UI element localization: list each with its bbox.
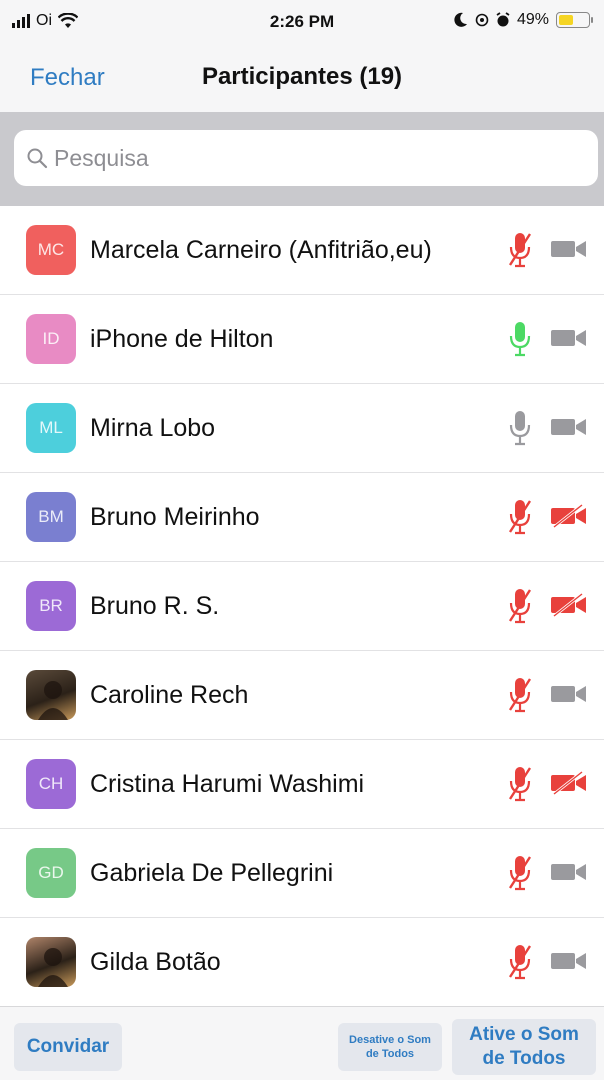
avatar: MC (26, 225, 76, 275)
unmute-all-button[interactable]: Ative o Som de Todos (452, 1019, 596, 1075)
participant-name: Marcela Carneiro (Anfitrião,eu) (90, 235, 432, 264)
avatar: GD (26, 848, 76, 898)
mic-muted-icon[interactable] (507, 498, 533, 536)
battery-percent: 49% (516, 11, 549, 28)
participant-row[interactable]: BR Bruno R. S. (0, 562, 604, 651)
participant-name: Gilda Botão (90, 947, 221, 976)
participant-row[interactable]: Caroline Rech (0, 651, 604, 740)
bottom-bar: Convidar Desative o Som de Todos Ative o… (0, 1006, 604, 1080)
avatar-initials: ID (42, 329, 60, 348)
participant-row[interactable]: MC Marcela Carneiro (Anfitrião,eu) (0, 206, 604, 295)
battery-icon (556, 12, 593, 28)
participant-name: Bruno Meirinho (90, 502, 260, 531)
moon-icon (454, 12, 467, 27)
participant-name: Mirna Lobo (90, 413, 216, 442)
search-input[interactable] (54, 144, 598, 172)
search-area (0, 112, 604, 206)
participant-name: Cristina Harumi Washimi (90, 769, 365, 798)
status-right: 49% (454, 11, 593, 29)
mic-muted-icon[interactable] (507, 587, 533, 625)
avatar (26, 937, 76, 987)
participant-name: iPhone de Hilton (90, 324, 274, 353)
participant-name: Caroline Rech (90, 680, 249, 709)
avatar-initials: BR (39, 596, 63, 615)
avatar-initials: MC (37, 240, 65, 259)
mic-muted-icon[interactable] (507, 765, 533, 803)
video-camera-icon[interactable] (550, 326, 588, 350)
invite-button[interactable]: Convidar (14, 1023, 122, 1071)
microphone-icon[interactable] (507, 409, 533, 447)
status-bar: Oi 2:26 PM 49% (0, 0, 604, 44)
video-camera-icon[interactable] (550, 682, 588, 706)
video-camera-icon[interactable] (550, 415, 588, 439)
participant-row[interactable]: BM Bruno Meirinho (0, 473, 604, 562)
avatar-initials: BM (38, 507, 64, 526)
participant-row[interactable]: ML Mirna Lobo (0, 384, 604, 473)
video-stopped-icon[interactable] (550, 771, 588, 795)
orientation-lock-icon (475, 13, 489, 27)
participant-name: Gabriela De Pellegrini (90, 858, 334, 887)
microphone-icon[interactable] (507, 320, 533, 358)
avatar-initials: ML (39, 418, 63, 437)
avatar-initials: CH (38, 774, 64, 793)
avatar: ID (26, 314, 76, 364)
video-stopped-icon[interactable] (550, 504, 588, 528)
avatar (26, 670, 76, 720)
mic-muted-icon[interactable] (507, 676, 533, 714)
mute-all-button[interactable]: Desative o Som de Todos (338, 1023, 442, 1071)
search-box[interactable] (14, 130, 598, 186)
participant-row[interactable]: CH Cristina Harumi Washimi (0, 740, 604, 829)
nav-bar: Fechar Participantes (19) (0, 44, 604, 112)
participant-name: Bruno R. S. (90, 591, 220, 620)
alarm-icon (496, 12, 510, 27)
avatar: CH (26, 759, 76, 809)
video-stopped-icon[interactable] (550, 593, 588, 617)
participant-row[interactable]: Gilda Botão (0, 918, 604, 1006)
avatar: ML (26, 403, 76, 453)
mic-muted-icon[interactable] (507, 943, 533, 981)
avatar: BM (26, 492, 76, 542)
mic-muted-icon[interactable] (507, 231, 533, 269)
participant-list: MC Marcela Carneiro (Anfitrião,eu) ID iPhon… (0, 206, 604, 1006)
page-title: Participantes (19) (201, 63, 403, 90)
participant-row[interactable]: ID iPhone de Hilton (0, 295, 604, 384)
video-camera-icon[interactable] (550, 237, 588, 261)
search-icon (27, 148, 48, 169)
avatar-initials: GD (38, 863, 64, 882)
mic-muted-icon[interactable] (507, 854, 533, 892)
avatar: BR (26, 581, 76, 631)
participant-row[interactable]: GD Gabriela De Pellegrini (0, 829, 604, 918)
video-camera-icon[interactable] (550, 860, 588, 884)
video-camera-icon[interactable] (550, 949, 588, 973)
